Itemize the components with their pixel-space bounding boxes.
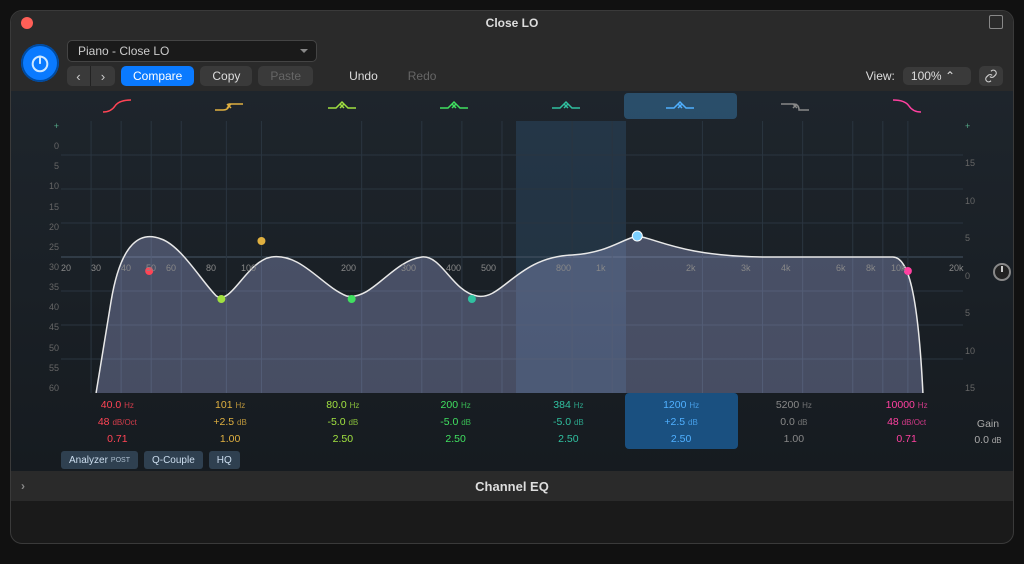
band-type-icon[interactable]: [851, 91, 963, 121]
band-column[interactable]: 200 Hz-5.0 dB2.50: [399, 393, 512, 449]
expand-icon[interactable]: [989, 15, 1003, 29]
zoom-select[interactable]: 100% ⌃: [903, 67, 971, 85]
band-column[interactable]: 384 Hz-5.0 dB2.50: [512, 393, 625, 449]
band-type-icon[interactable]: [510, 91, 622, 121]
band-column[interactable]: 10000 Hz48 dB/Oct0.71: [850, 393, 963, 449]
band-type-icon[interactable]: [398, 91, 510, 121]
q-couple-button[interactable]: Q-Couple: [144, 451, 203, 469]
titlebar: Close LO: [11, 11, 1013, 35]
band-type-icon[interactable]: [173, 91, 285, 121]
preset-name: Piano - Close LO: [78, 44, 169, 58]
compare-button[interactable]: Compare: [121, 66, 194, 86]
band-type-icon[interactable]: [624, 93, 736, 119]
plugin-footer: › Channel EQ: [11, 471, 1013, 501]
link-button[interactable]: [979, 66, 1003, 86]
analyzer-button[interactable]: AnalyzerPOST: [61, 451, 138, 469]
band-column[interactable]: 80.0 Hz-5.0 dB2.50: [287, 393, 400, 449]
copy-button[interactable]: Copy: [200, 66, 252, 86]
undo-button[interactable]: Undo: [337, 66, 390, 86]
band-type-icon[interactable]: [286, 91, 398, 121]
band-column[interactable]: 40.0 Hz48 dB/Oct0.71: [61, 393, 174, 449]
band-parameters: 40.0 Hz48 dB/Oct0.71101 Hz+2.5 dB1.0080.…: [61, 393, 963, 449]
band-column[interactable]: 1200 Hz+2.5 dB2.50: [625, 393, 738, 449]
redo-button[interactable]: Redo: [396, 66, 449, 86]
master-gain-knob[interactable]: [993, 263, 1011, 281]
band-column[interactable]: 101 Hz+2.5 dB1.00: [174, 393, 287, 449]
master-gain-readout: Gain 0.0 dB: [963, 416, 1013, 449]
hq-button[interactable]: HQ: [209, 451, 240, 469]
plugin-name: Channel EQ: [475, 479, 549, 494]
band-column[interactable]: 5200 Hz0.0 dB1.00: [738, 393, 851, 449]
power-button[interactable]: [21, 44, 59, 82]
disclosure-button[interactable]: ›: [21, 479, 25, 493]
close-window-button[interactable]: [21, 17, 33, 29]
window-title: Close LO: [486, 16, 539, 30]
paste-button[interactable]: Paste: [258, 66, 313, 86]
band-type-icon[interactable]: [739, 91, 851, 121]
band-type-icon[interactable]: [61, 91, 173, 121]
view-label: View:: [866, 69, 895, 83]
eq-curve-display[interactable]: [61, 121, 963, 393]
analyzer-scale: +051015202530354045505560: [39, 121, 59, 393]
gain-scale: +15105051015: [965, 121, 985, 393]
band-type-strip: [11, 91, 1013, 121]
next-preset-button[interactable]: ›: [91, 66, 115, 86]
prev-preset-button[interactable]: ‹: [67, 66, 91, 86]
preset-select[interactable]: Piano - Close LO: [67, 40, 317, 62]
